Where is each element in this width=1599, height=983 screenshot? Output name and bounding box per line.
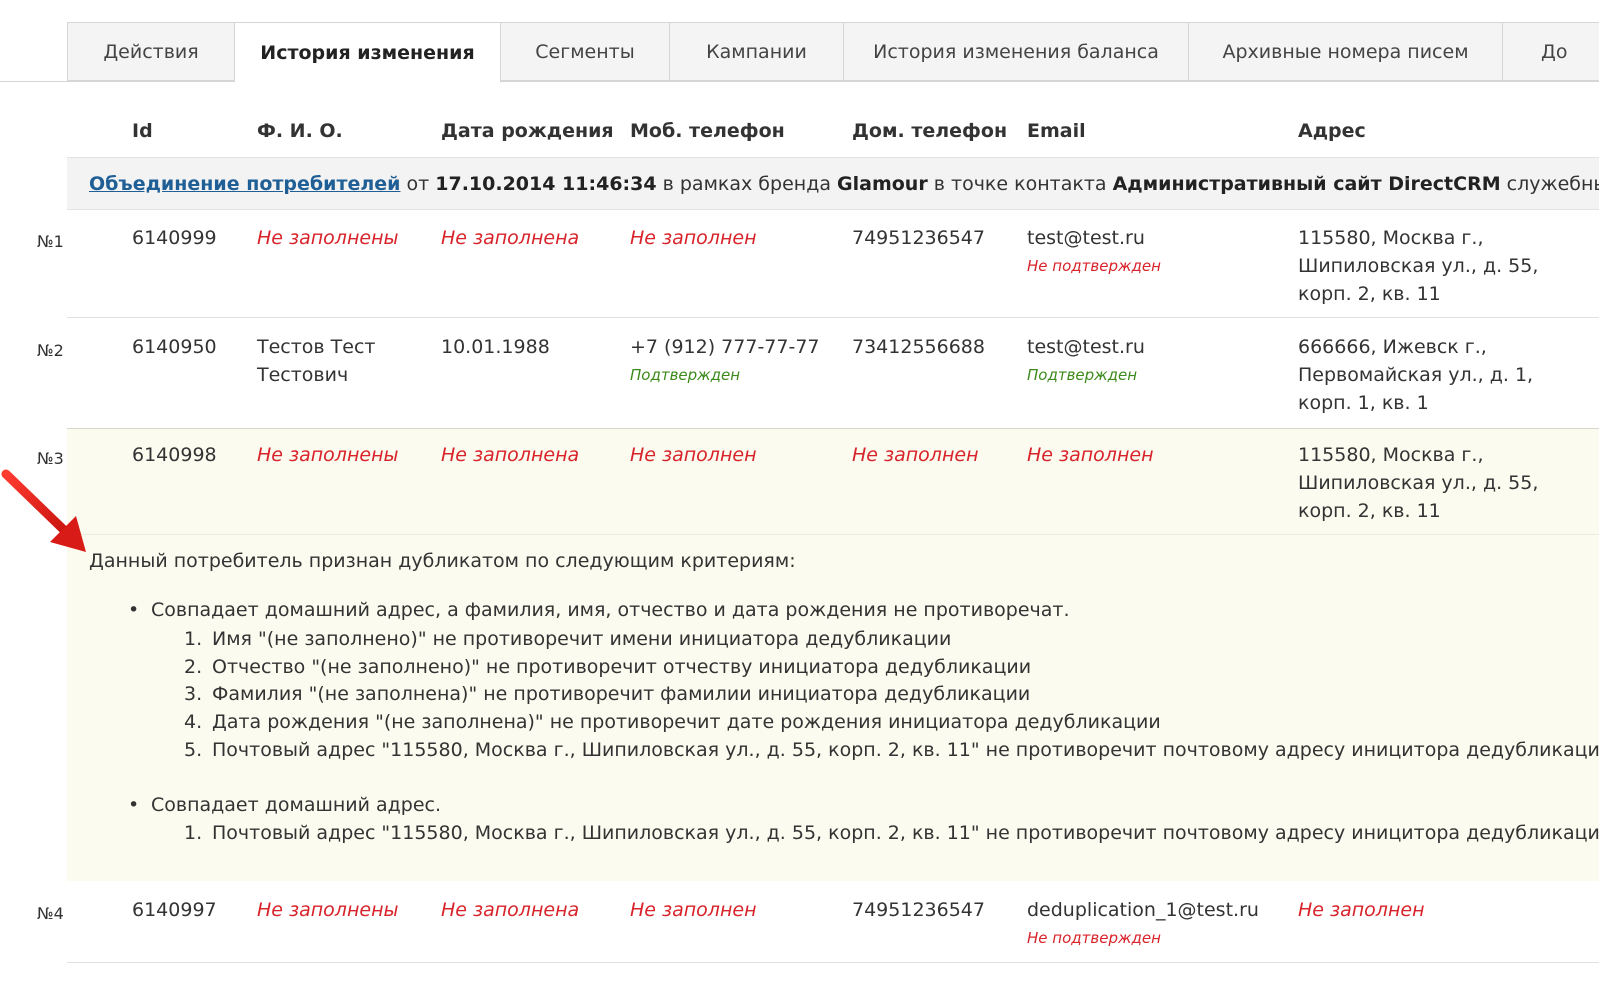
criterion-item-number: 1. <box>184 822 203 844</box>
criterion-item: Имя "(не заполнено)" не противоречит име… <box>212 628 952 650</box>
row-id: 6140950 <box>132 336 217 358</box>
criterion-item-number: 5. <box>184 739 203 761</box>
row-fio: Не заполнены <box>257 899 399 921</box>
header-birth-date[interactable]: Дата рождения <box>441 120 614 150</box>
header-id[interactable]: Id <box>132 120 153 150</box>
row-home-phone: 73412556688 <box>852 336 985 358</box>
tab-bar: Действия История изменения Сегменты Камп… <box>67 22 1599 83</box>
criterion-item: Почтовый адрес "115580, Москва г., Шипил… <box>212 822 1599 844</box>
merge-event-bar: Объединение потребителей от 17.10.2014 1… <box>67 157 1599 210</box>
merge-contact-point: Административный сайт DirectCRM <box>1112 173 1501 195</box>
row-email-status: Не подтвержден <box>1027 929 1161 947</box>
row-mobile: +7 (912) 777-77-77 <box>630 336 820 358</box>
tab-change-history[interactable]: История изменения <box>235 22 501 83</box>
row-number: №4 <box>37 904 64 923</box>
row-number: №2 <box>37 341 64 360</box>
criterion-item-number: 1. <box>184 628 203 650</box>
merge-text-staff: служебным персоналом <box>1506 173 1599 195</box>
row-id: 6140997 <box>132 899 217 921</box>
row-mobile: Не заполнен <box>630 227 757 249</box>
row-address-line: Шипиловская ул., д. 55, <box>1298 472 1539 494</box>
bullet-icon: • <box>128 794 140 816</box>
row-number: №1 <box>37 232 64 251</box>
tab-archive-letter-numbers[interactable]: Архивные номера писем <box>1189 22 1503 81</box>
criterion-item: Отчество "(не заполнено)" не противоречи… <box>212 656 1032 678</box>
header-address[interactable]: Адрес <box>1298 120 1366 150</box>
header-home-phone[interactable]: Дом. телефон <box>852 120 1007 150</box>
row-divider <box>67 962 1599 963</box>
row-mobile: Не заполнен <box>630 444 757 466</box>
tab-segments[interactable]: Сегменты <box>501 22 670 81</box>
row-fio-line: Тестович <box>257 364 349 386</box>
red-arrow-icon <box>1 469 86 552</box>
row-home-phone: Не заполнен <box>852 444 979 466</box>
merge-text-brand: в рамках бренда <box>656 173 838 195</box>
tab-campaigns[interactable]: Кампании <box>670 22 844 81</box>
row-email-status: Не подтвержден <box>1027 257 1161 275</box>
merge-date: 17.10.2014 11:46:34 <box>435 173 657 195</box>
row-fio: Не заполнены <box>257 444 399 466</box>
row-email: Не заполнен <box>1027 444 1154 466</box>
row-address-line: 666666, Ижевск г., <box>1298 336 1487 358</box>
tab-more[interactable]: До <box>1503 22 1599 81</box>
row-address: Не заполнен <box>1298 899 1425 921</box>
row-address-line: 115580, Москва г., <box>1298 227 1484 249</box>
row-email: deduplication_1@test.ru <box>1027 899 1259 921</box>
row-fio: Не заполнены <box>257 227 399 249</box>
merge-text-contact: в точке контакта <box>927 173 1113 195</box>
bullet-icon: • <box>128 599 140 621</box>
row-birth-date: Не заполнена <box>441 227 580 249</box>
row-id: 6140999 <box>132 227 217 249</box>
row-mobile-status: Подтвержден <box>630 366 741 384</box>
merge-consumers-link[interactable]: Объединение потребителей <box>89 173 400 195</box>
row-divider <box>67 534 1599 535</box>
criterion-item: Почтовый адрес "115580, Москва г., Шипил… <box>212 739 1599 761</box>
row-address-line: 115580, Москва г., <box>1298 444 1484 466</box>
row-fio-line: Тестов Тест <box>257 336 376 358</box>
merge-brand: Glamour <box>837 173 928 195</box>
row-birth-date: Не заполнена <box>441 444 580 466</box>
row-mobile: Не заполнен <box>630 899 757 921</box>
row-address-line: корп. 2, кв. 11 <box>1298 500 1441 522</box>
row-home-phone: 74951236547 <box>852 227 985 249</box>
criterion-title: Совпадает домашний адрес. <box>151 794 442 816</box>
criterion-item: Дата рождения "(не заполнена)" не против… <box>212 711 1161 733</box>
header-mobile-phone[interactable]: Моб. телефон <box>630 120 785 150</box>
row-address-line: Шипиловская ул., д. 55, <box>1298 255 1539 277</box>
merge-text-from: от <box>400 173 436 195</box>
tab-balance-history[interactable]: История изменения баланса <box>844 22 1189 81</box>
criterion-item-number: 3. <box>184 683 203 705</box>
criterion-item-number: 2. <box>184 656 203 678</box>
row-address-line: Первомайская ул., д. 1, <box>1298 364 1534 386</box>
row-address-line: корп. 2, кв. 11 <box>1298 283 1441 305</box>
criterion-item: Фамилия "(не заполнена)" не противоречит… <box>212 683 1031 705</box>
header-email[interactable]: Email <box>1027 120 1086 150</box>
duplicate-intro: Данный потребитель признан дубликатом по… <box>89 550 796 572</box>
row-birth-date: Не заполнена <box>441 899 580 921</box>
row-home-phone: 74951236547 <box>852 899 985 921</box>
criterion-title: Совпадает домашний адрес, а фамилия, имя… <box>151 599 1070 621</box>
tab-actions[interactable]: Действия <box>67 22 235 81</box>
row-address-line: корп. 1, кв. 1 <box>1298 392 1429 414</box>
row-divider <box>67 317 1599 318</box>
row-email: test@test.ru <box>1027 227 1145 249</box>
criterion-item-number: 4. <box>184 711 203 733</box>
row-email-status: Подтвержден <box>1027 366 1138 384</box>
row-birth-date: 10.01.1988 <box>441 336 550 358</box>
row-email: test@test.ru <box>1027 336 1145 358</box>
header-fio[interactable]: Ф. И. О. <box>257 120 343 150</box>
row-id: 6140998 <box>132 444 217 466</box>
